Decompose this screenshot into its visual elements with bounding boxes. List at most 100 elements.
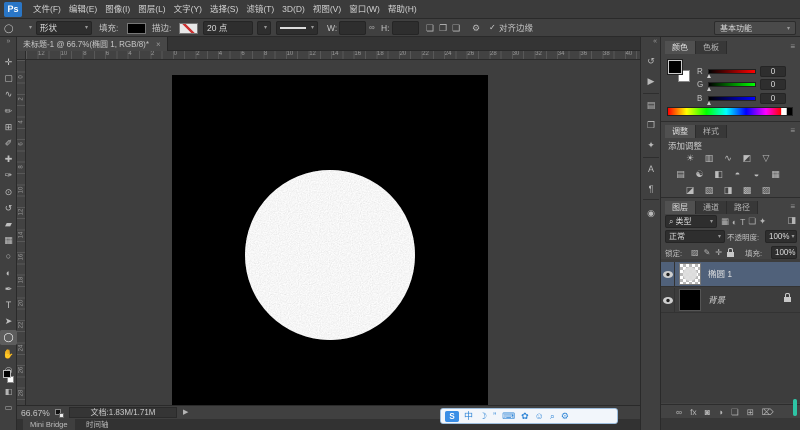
- skin-icon[interactable]: ✿: [521, 409, 529, 423]
- account-icon[interactable]: ☺: [535, 409, 544, 423]
- adjustment-icon-0-4[interactable]: ▽: [760, 152, 773, 164]
- adjustment-icon-0-3[interactable]: ◩: [741, 152, 754, 164]
- punctuation-mode-icon[interactable]: ”: [493, 409, 496, 423]
- lasso-tool[interactable]: ∿: [0, 87, 17, 102]
- new-shape-layer-icon[interactable]: ❏: [426, 21, 434, 35]
- tab-timeline[interactable]: 时间轴: [79, 419, 116, 430]
- soft-keyboard-icon[interactable]: ⌨: [502, 409, 515, 423]
- channel-value[interactable]: 0: [760, 79, 786, 90]
- stroke-color-swatch[interactable]: [179, 23, 198, 34]
- document-canvas[interactable]: [172, 75, 488, 405]
- link-dimensions-icon[interactable]: ∞: [369, 21, 375, 35]
- fill-opacity-input[interactable]: 100%: [771, 246, 797, 259]
- adjustment-icon-2-0[interactable]: ◪: [684, 184, 697, 196]
- canvas-workspace[interactable]: [26, 60, 640, 405]
- workspace-switcher-button[interactable]: 基本功能 ▾: [714, 21, 796, 35]
- adjustment-icon-2-4[interactable]: ▨: [760, 184, 773, 196]
- stroke-width-input[interactable]: 20 点: [203, 21, 253, 35]
- tab-color-0[interactable]: 颜色: [665, 41, 696, 54]
- channel-value[interactable]: 0: [760, 92, 786, 104]
- dock-collapse-icon[interactable]: «: [653, 38, 657, 45]
- hand-tool[interactable]: ✋: [0, 347, 17, 362]
- zoom-level[interactable]: 66.67%: [21, 408, 50, 418]
- toolbar-collapse-icon[interactable]: »: [0, 38, 17, 45]
- history-brush-tool[interactable]: ↺: [0, 201, 17, 216]
- chinese-mode-icon[interactable]: 中: [464, 409, 473, 423]
- menu-item-7[interactable]: 3D(D): [278, 0, 309, 19]
- stroke-width-dropdown[interactable]: ▾: [257, 21, 271, 35]
- path-arrangement-icon[interactable]: ❑: [452, 21, 460, 35]
- link-layers-icon[interactable]: ∞: [676, 405, 682, 419]
- lock-transparency-icon[interactable]: ▨: [691, 248, 699, 257]
- new-layer-icon[interactable]: ⊞: [747, 405, 754, 419]
- tab-layers-2[interactable]: 路径: [727, 201, 758, 214]
- height-input[interactable]: [392, 21, 419, 35]
- status-expand-icon[interactable]: ▶: [183, 408, 188, 416]
- color-spectrum-ramp[interactable]: [667, 107, 793, 116]
- screen-mode-icon[interactable]: ▭: [0, 403, 17, 412]
- slider-track[interactable]: [707, 82, 756, 91]
- layer-filter-icon-0[interactable]: ▦: [721, 216, 729, 227]
- adjustment-icon-0-0[interactable]: ☀: [684, 152, 697, 164]
- menu-item-5[interactable]: 选择(S): [206, 0, 242, 19]
- layer-filter-select[interactable]: ⌕ 类型 ▾: [665, 215, 717, 228]
- b-channel-slider[interactable]: B0: [697, 92, 797, 105]
- adjustment-icon-0-1[interactable]: ▥: [703, 152, 716, 164]
- blur-tool[interactable]: ○: [0, 249, 17, 264]
- foreground-background-swatches[interactable]: [0, 368, 17, 386]
- tab-adjustments-0[interactable]: 调整: [665, 125, 696, 138]
- adjustment-icon-1-0[interactable]: ▤: [674, 168, 687, 180]
- channel-value[interactable]: 0: [760, 65, 786, 77]
- adjustment-icon-1-4[interactable]: ◒: [750, 168, 763, 180]
- layer-filter-icon-3[interactable]: ❏: [748, 216, 756, 227]
- close-icon[interactable]: ×: [156, 40, 161, 49]
- slider-marker[interactable]: [707, 87, 711, 91]
- menu-item-0[interactable]: 文件(F): [29, 0, 65, 19]
- actions-panel-icon[interactable]: ▶: [641, 73, 661, 89]
- menu-item-4[interactable]: 文字(Y): [170, 0, 206, 19]
- align-edges-checkbox[interactable]: ✓: [489, 21, 496, 35]
- layer-filter-icon-4[interactable]: ✦: [759, 216, 766, 227]
- ellipse-tool[interactable]: ◯: [0, 330, 17, 346]
- paragraph-panel-icon[interactable]: ¶: [641, 181, 661, 197]
- lock-all-icon[interactable]: [726, 247, 734, 257]
- r-channel-slider[interactable]: R0: [697, 65, 797, 78]
- layer-thumbnail[interactable]: [679, 289, 701, 311]
- adjustment-icon-1-5[interactable]: ▦: [769, 168, 782, 180]
- layer-filter-toggle-icon[interactable]: ◨: [787, 215, 796, 226]
- scrollbar-thumb[interactable]: [793, 399, 797, 416]
- panel-menu-icon[interactable]: ≡: [790, 126, 795, 135]
- panel-menu-icon[interactable]: ≡: [790, 42, 795, 51]
- gradient-tool[interactable]: ▦: [0, 233, 17, 248]
- adjustment-icon-0-2[interactable]: ∿: [722, 152, 735, 164]
- dodge-tool[interactable]: ◐: [0, 266, 17, 281]
- color-panel-swatches[interactable]: [667, 59, 695, 85]
- fullwidth-mode-icon[interactable]: ☽: [479, 409, 487, 423]
- slider-marker[interactable]: [707, 73, 711, 78]
- menu-item-8[interactable]: 视图(V): [309, 0, 345, 19]
- layer-row-ellipse[interactable]: 椭圆 1: [661, 261, 800, 287]
- layer-row-background[interactable]: 背景: [661, 287, 800, 313]
- type-tool[interactable]: T: [0, 298, 17, 313]
- slider-track[interactable]: [707, 95, 756, 105]
- quick-selection-tool[interactable]: ✏: [0, 104, 17, 119]
- slider-track[interactable]: [707, 68, 756, 78]
- marquee-tool[interactable]: ▢: [0, 71, 17, 86]
- tool-preset-picker[interactable]: ◯ ▾: [4, 21, 32, 35]
- search-icon[interactable]: ⌕: [550, 409, 555, 423]
- move-tool[interactable]: ✛: [0, 55, 17, 70]
- menu-item-6[interactable]: 滤镜(T): [242, 0, 278, 19]
- quick-mask-mode-icon[interactable]: ◧: [0, 387, 17, 396]
- gear-icon[interactable]: ⚙: [472, 21, 480, 35]
- eyedropper-tool[interactable]: ✐: [0, 136, 17, 151]
- menu-item-9[interactable]: 窗口(W): [345, 0, 384, 19]
- layer-filter-icon-1[interactable]: ◐: [732, 217, 737, 227]
- visibility-toggle[interactable]: [661, 287, 675, 313]
- character-panel-icon[interactable]: A: [641, 161, 661, 177]
- add-layer-mask-icon[interactable]: ◙: [705, 405, 710, 419]
- clone-stamp-tool[interactable]: ⊙: [0, 185, 17, 200]
- history-panel-icon[interactable]: ↺: [641, 53, 661, 69]
- lock-pixels-icon[interactable]: ✎: [704, 248, 711, 257]
- foreground-color-swatch[interactable]: [668, 60, 682, 74]
- new-adjustment-layer-icon[interactable]: ◑: [718, 405, 723, 419]
